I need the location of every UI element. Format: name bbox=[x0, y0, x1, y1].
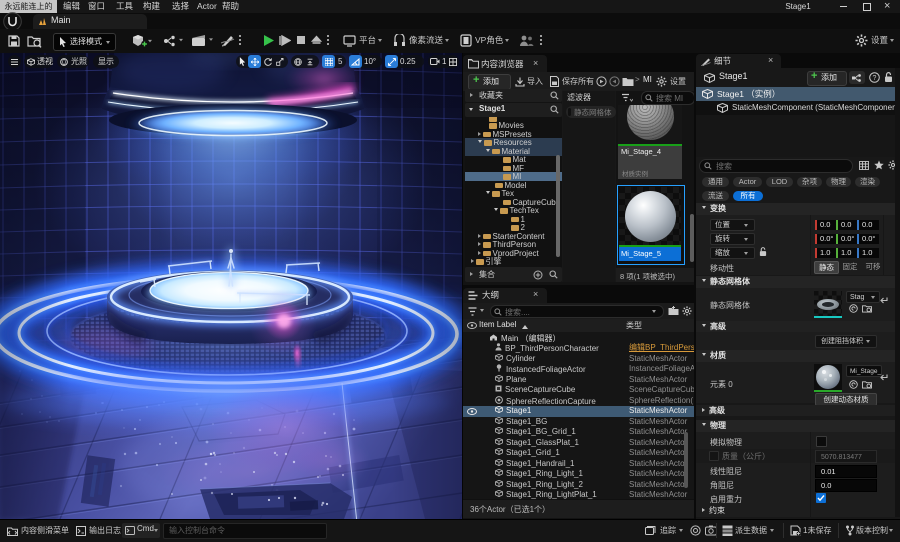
svg-text:?: ? bbox=[873, 75, 877, 82]
